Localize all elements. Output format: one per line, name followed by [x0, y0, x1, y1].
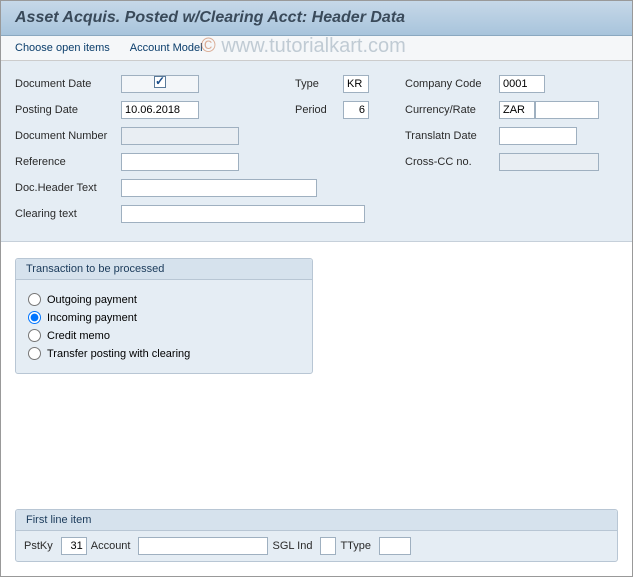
- first-line-group: First line item PstKy Account SGL Ind TT…: [15, 509, 618, 562]
- cross-cc-label: Cross-CC no.: [405, 156, 495, 168]
- doc-header-text-label: Doc.Header Text: [15, 182, 117, 194]
- transaction-group: Transaction to be processed Outgoing pay…: [15, 258, 313, 374]
- doc-header-text-input[interactable]: [121, 179, 317, 197]
- company-code-label: Company Code: [405, 78, 495, 90]
- sgl-ind-label: SGL Ind: [272, 540, 312, 552]
- account-label: Account: [91, 540, 131, 552]
- radio-credit-label: Credit memo: [47, 330, 110, 342]
- menu-bar: Choose open items Account Model: [1, 36, 632, 61]
- currency-rate-label: Currency/Rate: [405, 104, 495, 116]
- radio-outgoing[interactable]: Outgoing payment: [28, 293, 300, 306]
- sgl-ind-input[interactable]: [320, 537, 336, 555]
- document-date-input[interactable]: [121, 75, 199, 93]
- header-form: Document Date Type Company Code Posting …: [1, 61, 632, 242]
- first-line-title: First line item: [16, 510, 617, 531]
- radio-incoming-label: Incoming payment: [47, 312, 137, 324]
- ttype-label: TType: [340, 540, 371, 552]
- reference-label: Reference: [15, 156, 117, 168]
- document-number-input: [121, 127, 239, 145]
- page-title: Asset Acquis. Posted w/Clearing Acct: He…: [15, 9, 618, 27]
- period-input[interactable]: [343, 101, 369, 119]
- type-label: Type: [295, 78, 339, 90]
- clearing-text-label: Clearing text: [15, 208, 117, 220]
- document-number-label: Document Number: [15, 130, 117, 142]
- document-date-label: Document Date: [15, 78, 117, 90]
- radio-outgoing-label: Outgoing payment: [47, 294, 137, 306]
- menu-choose-open-items[interactable]: Choose open items: [15, 42, 110, 54]
- radio-transfer-label: Transfer posting with clearing: [47, 348, 190, 360]
- ttype-input[interactable]: [379, 537, 411, 555]
- transaction-group-title: Transaction to be processed: [16, 259, 312, 280]
- translatn-date-input[interactable]: [499, 127, 577, 145]
- pstky-label: PstKy: [24, 540, 53, 552]
- radio-credit[interactable]: Credit memo: [28, 329, 300, 342]
- company-code-input[interactable]: [499, 75, 545, 93]
- cross-cc-input: [499, 153, 599, 171]
- rate-input[interactable]: [535, 101, 599, 119]
- account-input[interactable]: [138, 537, 268, 555]
- radio-transfer[interactable]: Transfer posting with clearing: [28, 347, 300, 360]
- title-bar: Asset Acquis. Posted w/Clearing Acct: He…: [1, 1, 632, 36]
- posting-date-input[interactable]: [121, 101, 199, 119]
- check-icon: [154, 76, 166, 88]
- pstky-input[interactable]: [61, 537, 87, 555]
- type-input[interactable]: [343, 75, 369, 93]
- menu-account-model[interactable]: Account Model: [130, 42, 203, 54]
- currency-input[interactable]: [499, 101, 535, 119]
- posting-date-label: Posting Date: [15, 104, 117, 116]
- radio-transfer-input[interactable]: [28, 347, 41, 360]
- radio-outgoing-input[interactable]: [28, 293, 41, 306]
- clearing-text-input[interactable]: [121, 205, 365, 223]
- period-label: Period: [295, 104, 339, 116]
- reference-input[interactable]: [121, 153, 239, 171]
- radio-incoming[interactable]: Incoming payment: [28, 311, 300, 324]
- radio-credit-input[interactable]: [28, 329, 41, 342]
- translatn-date-label: Translatn Date: [405, 130, 495, 142]
- radio-incoming-input[interactable]: [28, 311, 41, 324]
